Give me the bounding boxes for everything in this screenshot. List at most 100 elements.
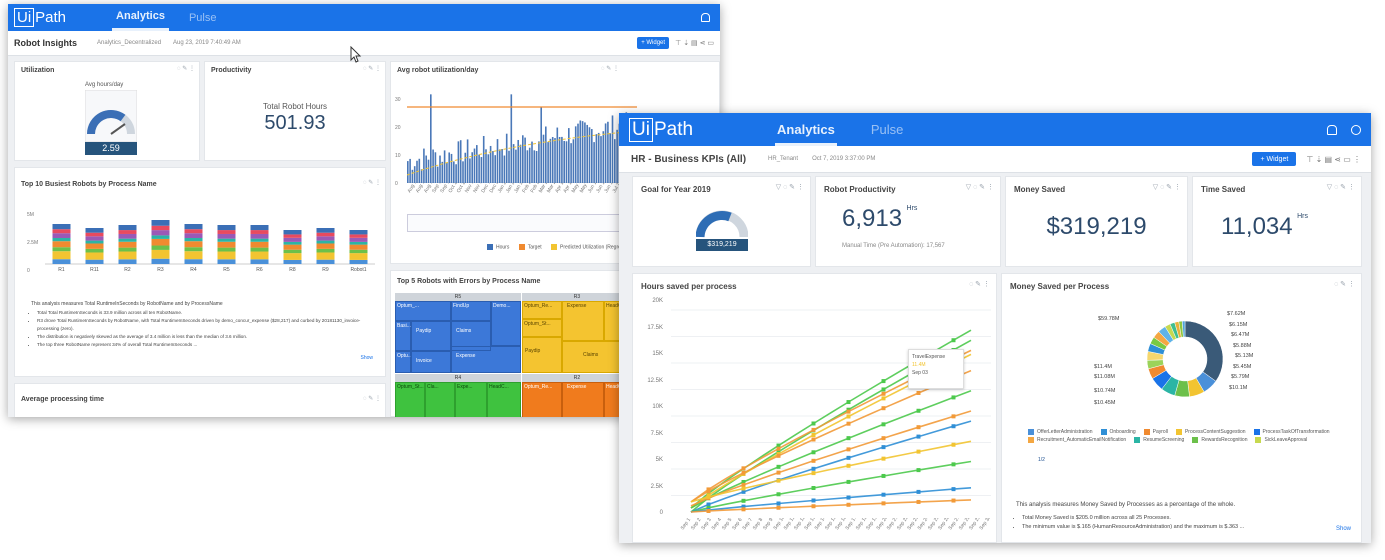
bar-mark bbox=[551, 137, 554, 183]
legend-item[interactable]: Payroll bbox=[1143, 428, 1168, 436]
range-slider[interactable] bbox=[407, 214, 639, 232]
legend-pager[interactable]: 1/2 bbox=[1038, 457, 1045, 463]
stacked-bar-segment bbox=[52, 247, 71, 252]
treemap-cell[interactable]: Expense bbox=[451, 346, 521, 373]
treemap-cell[interactable]: Demo... bbox=[491, 301, 521, 346]
x-tick-label: Sep 7 bbox=[742, 518, 755, 531]
tab-analytics[interactable]: Analytics bbox=[775, 114, 837, 146]
treemap-cell[interactable]: Invoice bbox=[411, 351, 451, 373]
legend-swatch bbox=[1028, 428, 1034, 435]
bar-mark bbox=[455, 164, 457, 183]
treemap-cell[interactable]: Expe... bbox=[455, 382, 487, 417]
treemap-group-r2[interactable]: Optum_Re... Expense HeadC... bbox=[522, 382, 632, 417]
series-point bbox=[951, 498, 956, 503]
treemap-cell[interactable]: Optum_... bbox=[395, 301, 451, 321]
legend-item[interactable]: OfferLetterAdministration bbox=[1028, 428, 1093, 436]
add-widget-button[interactable]: + Widget bbox=[637, 37, 670, 49]
series-line bbox=[690, 440, 972, 503]
series-point bbox=[811, 466, 816, 471]
card-menu-icons[interactable]: ◌ ✎ ⋮ bbox=[363, 179, 381, 186]
tab-analytics[interactable]: Analytics bbox=[112, 4, 169, 31]
series-point bbox=[951, 414, 956, 419]
tenant-selector[interactable]: HR_Tenant bbox=[768, 156, 798, 162]
treemap-group-header: R4 bbox=[395, 374, 521, 382]
card-menu-icons[interactable]: ▽ ◌ ✎ ⋮ bbox=[966, 183, 994, 191]
card-menu-icons[interactable]: ▽ ◌ ✎ ⋮ bbox=[1153, 183, 1181, 191]
bar-mark bbox=[531, 141, 533, 183]
treemap-cell[interactable]: Optum_St... bbox=[395, 382, 425, 417]
treemap-group-r3[interactable]: Optum_Re... Expense HeadC... Optum_St...… bbox=[522, 301, 632, 373]
stacked-bar-segment bbox=[250, 247, 269, 252]
legend-item[interactable]: RewardsRecognition bbox=[1192, 436, 1247, 444]
bell-icon[interactable] bbox=[701, 13, 710, 22]
legend-item[interactable]: SickLeaveApproval bbox=[1255, 436, 1307, 444]
card-menu-icons[interactable]: ▽ ◌ ✎ ⋮ bbox=[1327, 183, 1355, 191]
legend-item[interactable]: Onboarding bbox=[1100, 428, 1136, 436]
treemap-group-r4[interactable]: Optum_St... Cla... Expe... HeadC... bbox=[395, 382, 521, 417]
bell-icon[interactable] bbox=[1327, 124, 1337, 135]
treemap-cell[interactable]: HeadC... bbox=[487, 382, 521, 417]
series-point bbox=[741, 466, 746, 471]
treemap-cell[interactable]: Optum_St... bbox=[522, 319, 562, 337]
legend-item[interactable]: ProcessContentSuggestion bbox=[1175, 428, 1246, 436]
tab-pulse[interactable]: Pulse bbox=[189, 12, 217, 24]
treemap-cell[interactable]: Expense bbox=[562, 301, 604, 341]
bar-mark bbox=[494, 155, 497, 183]
bar-mark bbox=[503, 155, 506, 183]
toolbar-icons[interactable]: ⊤ ⇣ ▤ ⋖ ▭ ⋮ bbox=[1306, 155, 1361, 164]
treemap-cell[interactable]: Basi... bbox=[395, 321, 411, 351]
x-tick-label: R6 bbox=[256, 267, 263, 273]
bar-mark bbox=[425, 155, 428, 183]
uipath-logo[interactable]: Ui Path bbox=[14, 8, 66, 27]
treemap-cell[interactable]: Paydip bbox=[411, 321, 451, 351]
treemap-cell[interactable]: Paydip bbox=[522, 337, 562, 373]
avg-utilization-chart bbox=[407, 94, 637, 183]
treemap-group-r5[interactable]: Optum_... FindUp Demo... Basi... Paydip … bbox=[395, 301, 521, 373]
bar-mark bbox=[476, 145, 478, 183]
treemap-cell[interactable]: FindUp bbox=[451, 301, 491, 321]
toolbar-icons[interactable]: ⊤ ⇣ ▤ ⋖ ▭ bbox=[675, 39, 714, 47]
card-menu-icons[interactable]: ◌ ✎ ⋮ bbox=[363, 395, 381, 402]
series-line bbox=[690, 369, 972, 503]
legend-item[interactable]: Recruitment_AutomaticEmailNotification bbox=[1028, 436, 1126, 444]
series-point bbox=[811, 486, 816, 491]
legend-item[interactable]: ResumeScreening bbox=[1134, 436, 1184, 444]
top-nav-bar: Ui Path Analytics Pulse bbox=[8, 4, 720, 31]
series-point bbox=[846, 421, 851, 426]
card-menu-icons[interactable]: ◌ ✎ ⋮ bbox=[177, 65, 195, 72]
stacked-bar-segment bbox=[184, 259, 203, 264]
uipath-logo[interactable]: Ui Path bbox=[629, 117, 693, 142]
treemap-cell[interactable]: Optum_Re... bbox=[522, 301, 562, 319]
card-menu-icons[interactable]: ▽ ◌ ✎ ⋮ bbox=[776, 183, 804, 191]
chart-tooltip: TravelExpense 11.4M Sep 03 bbox=[908, 349, 964, 389]
stacked-bar-segment bbox=[349, 234, 368, 238]
series-point bbox=[881, 436, 886, 441]
legend-swatch bbox=[1028, 436, 1034, 443]
stacked-bar-segment bbox=[250, 230, 269, 234]
card-menu-icons[interactable]: ◌ ✎ ⋮ bbox=[601, 65, 619, 72]
legend-item[interactable]: ProcessTaskOfTransformation bbox=[1253, 428, 1330, 436]
x-tick-label: R3 bbox=[157, 267, 164, 273]
treemap-cell[interactable]: Optu... bbox=[395, 351, 412, 373]
stacked-bar-segment bbox=[118, 238, 137, 242]
series-point bbox=[811, 450, 816, 455]
x-tick-label: R11 bbox=[90, 267, 99, 273]
user-icon[interactable] bbox=[1351, 124, 1361, 135]
bar-mark bbox=[593, 142, 595, 183]
show-more-link[interactable]: Show bbox=[360, 355, 373, 361]
card-menu-icons[interactable]: ◌ ✎ ⋮ bbox=[1334, 280, 1355, 288]
tab-pulse[interactable]: Pulse bbox=[871, 122, 904, 137]
stacked-bar-segment bbox=[283, 253, 302, 260]
x-axis-date-labels: Aug 10Aug 11Aug 12Sep 13Sep 14Oct 15Oct … bbox=[407, 183, 637, 194]
add-widget-button[interactable]: + Widget bbox=[1252, 152, 1297, 166]
bar-mark bbox=[568, 128, 570, 183]
card-menu-icons[interactable]: ◌ ✎ ⋮ bbox=[363, 65, 381, 72]
treemap-cell[interactable]: Expense bbox=[562, 382, 604, 417]
tenant-selector[interactable]: Analytics_Decentralized bbox=[97, 40, 161, 46]
treemap-cell[interactable]: Optum_Re... bbox=[522, 382, 562, 417]
treemap-cell[interactable]: Cla... bbox=[425, 382, 455, 417]
series-point bbox=[951, 462, 956, 467]
show-more-link[interactable]: Show bbox=[1336, 526, 1351, 532]
mouse-cursor-icon bbox=[350, 46, 362, 63]
card-menu-icons[interactable]: ◌ ✎ ⋮ bbox=[969, 280, 990, 288]
